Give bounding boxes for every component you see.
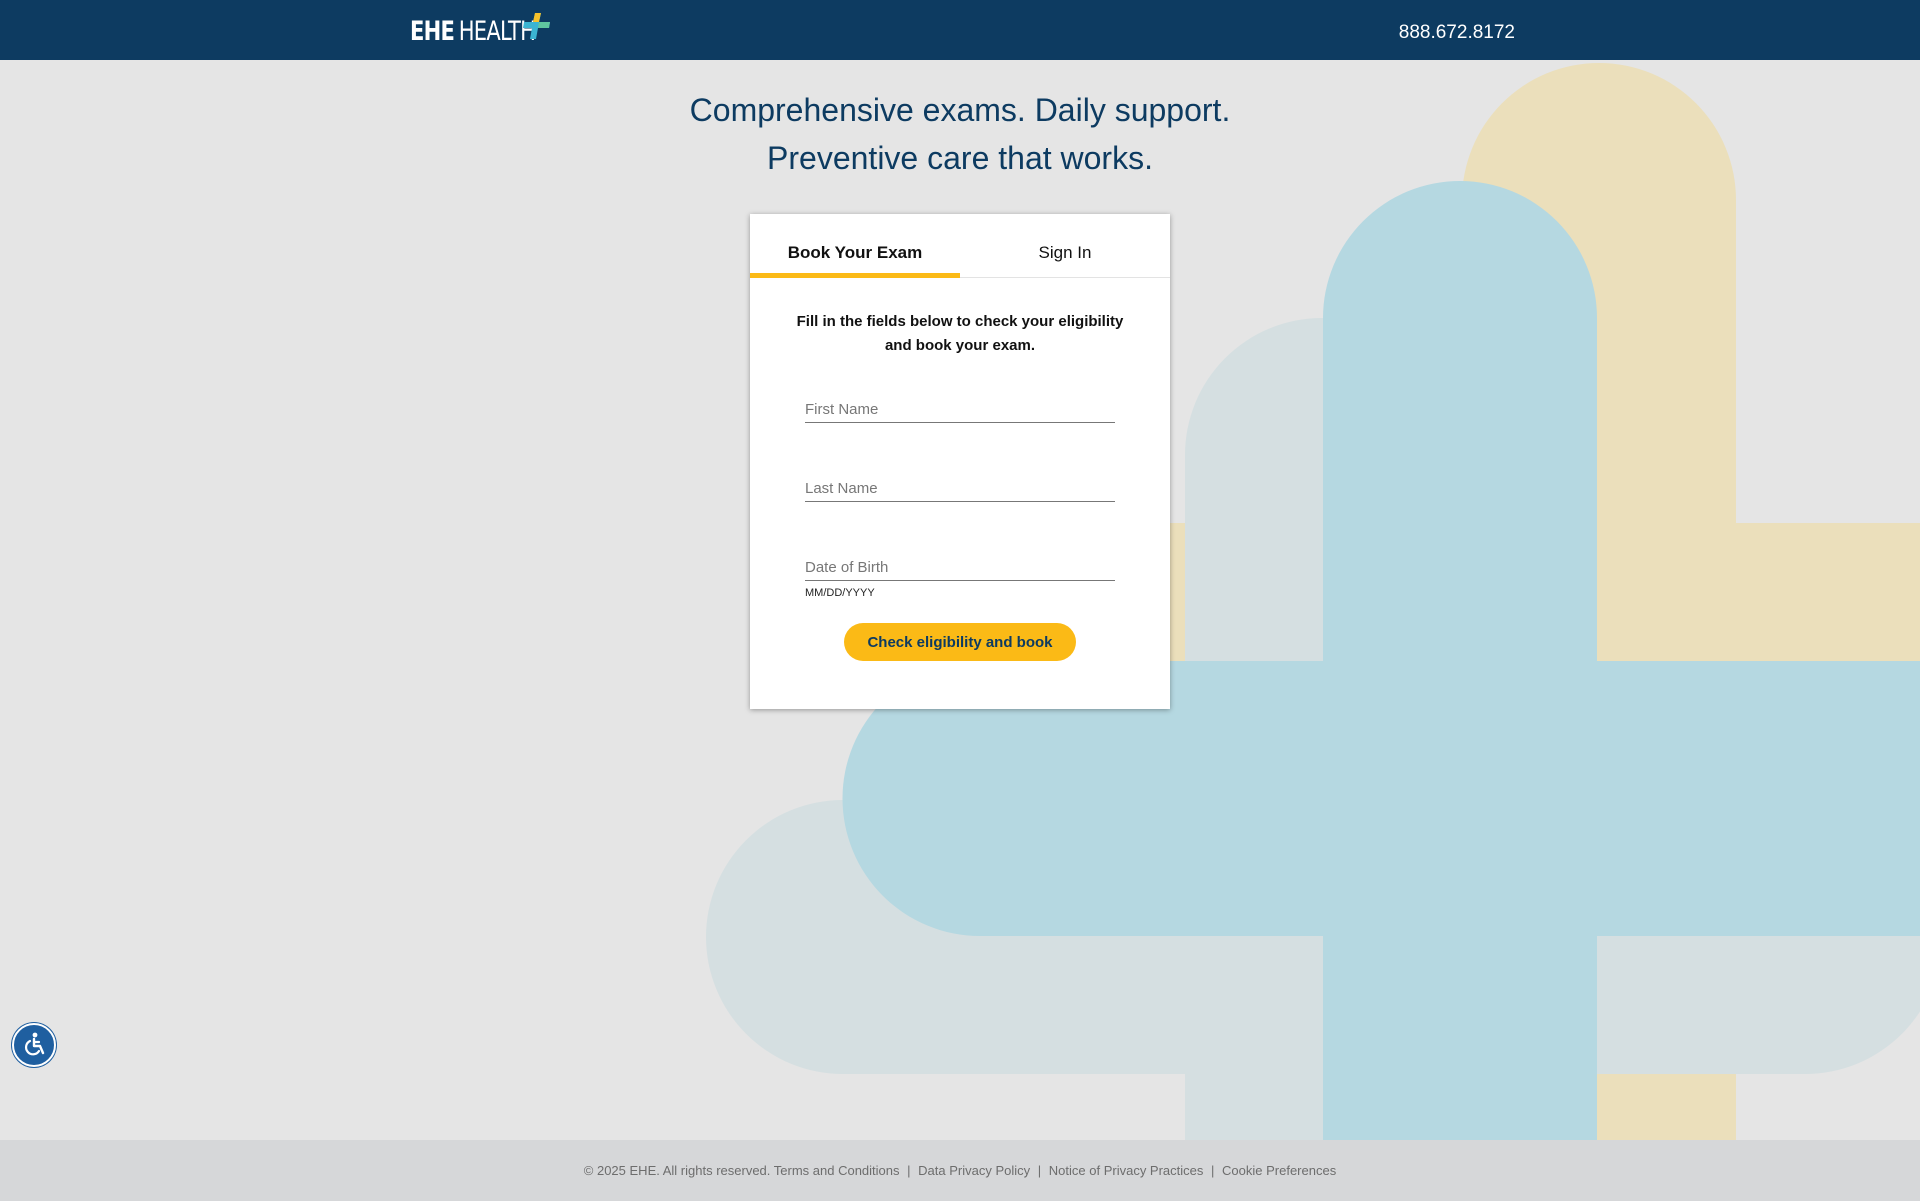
date-of-birth-field: [805, 546, 1115, 581]
accessibility-icon: [25, 1032, 45, 1056]
date-of-birth-input[interactable]: [805, 559, 1115, 576]
privacy-practices-link[interactable]: Notice of Privacy Practices: [1049, 1163, 1204, 1178]
footer-separator: |: [907, 1163, 911, 1178]
data-privacy-link[interactable]: Data Privacy Policy: [918, 1163, 1030, 1178]
date-format-hint: MM/DD/YYYY: [805, 587, 875, 599]
plus-icon: [523, 13, 550, 39]
hero-line-1: Comprehensive exams. Daily support.: [689, 92, 1231, 128]
footer-separator: |: [1211, 1163, 1215, 1178]
logo-wordmark: EHE HEALTH: [410, 15, 536, 47]
booking-card: Book Your Exam Sign In Fill in the field…: [750, 214, 1170, 709]
phone-number-link[interactable]: 888.672.8172: [1360, 22, 1515, 44]
tab-book-your-exam[interactable]: Book Your Exam: [750, 214, 960, 278]
footer-copyright: © 2025 EHE. All rights reserved.: [583, 1163, 771, 1178]
check-eligibility-button[interactable]: Check eligibility and book: [844, 623, 1076, 661]
accessibility-button[interactable]: [12, 1023, 56, 1067]
cookie-preferences-link[interactable]: Cookie Preferences: [1222, 1163, 1336, 1178]
last-name-field: [805, 467, 1115, 502]
page-footer: © 2025 EHE. All rights reserved. Terms a…: [0, 1140, 1920, 1201]
top-header: EHE HEALTH 888.672.8172: [0, 0, 1920, 60]
first-name-input[interactable]: [805, 401, 1115, 418]
terms-link[interactable]: Terms and Conditions: [774, 1163, 900, 1178]
last-name-input[interactable]: [805, 480, 1115, 497]
logo-primary-text: EHE: [410, 15, 455, 47]
hero-line-2: Preventive care that works.: [767, 140, 1153, 176]
card-tabs: Book Your Exam Sign In: [750, 214, 1170, 278]
ehe-health-logo[interactable]: EHE HEALTH: [410, 13, 570, 49]
form-intro-text: Fill in the fields below to check your e…: [796, 313, 1124, 354]
hero-headline: Comprehensive exams. Daily support. Prev…: [0, 86, 1920, 182]
footer-separator: |: [1037, 1163, 1042, 1178]
tab-sign-in[interactable]: Sign In: [960, 214, 1170, 277]
first-name-field: [805, 388, 1115, 423]
